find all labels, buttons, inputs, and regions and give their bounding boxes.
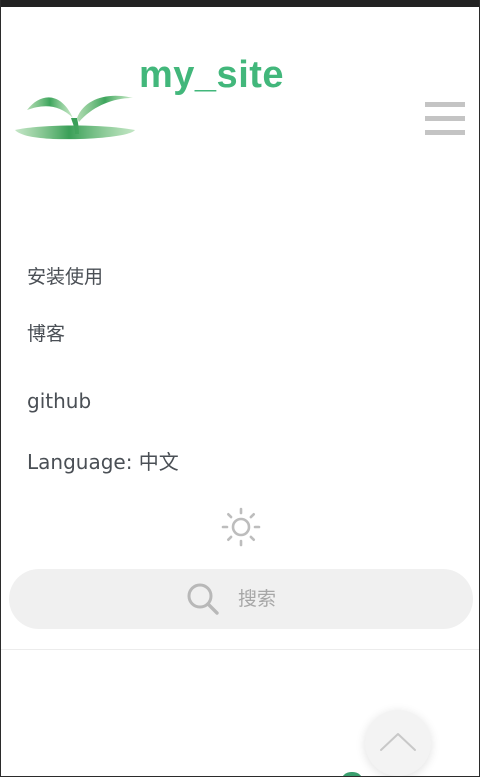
nav-link-install[interactable]: 安装使用 bbox=[27, 262, 103, 289]
page-frame: my_site 安装使用 博客 github Language: 中文 搜索 bbox=[0, 0, 480, 777]
site-logo[interactable] bbox=[13, 88, 137, 144]
sun-icon bbox=[221, 507, 261, 547]
nav-link-github[interactable]: github bbox=[27, 389, 91, 413]
divider bbox=[1, 649, 479, 650]
search-placeholder: 搜索 bbox=[238, 588, 277, 610]
site-title[interactable]: my_site bbox=[139, 52, 284, 98]
floating-badge[interactable] bbox=[341, 772, 363, 776]
nav-link-language[interactable]: Language: 中文 bbox=[27, 446, 179, 475]
search-icon bbox=[187, 583, 219, 615]
back-to-top-button[interactable] bbox=[365, 710, 431, 776]
chevron-up-icon bbox=[380, 733, 416, 751]
sprout-logo-icon bbox=[15, 95, 135, 140]
nav-link-blog[interactable]: 博客 bbox=[27, 319, 65, 346]
search-input[interactable]: 搜索 bbox=[9, 569, 473, 629]
menu-toggle-button[interactable] bbox=[423, 100, 467, 138]
theme-toggle-button[interactable] bbox=[221, 507, 261, 547]
top-bar bbox=[1, 0, 479, 7]
